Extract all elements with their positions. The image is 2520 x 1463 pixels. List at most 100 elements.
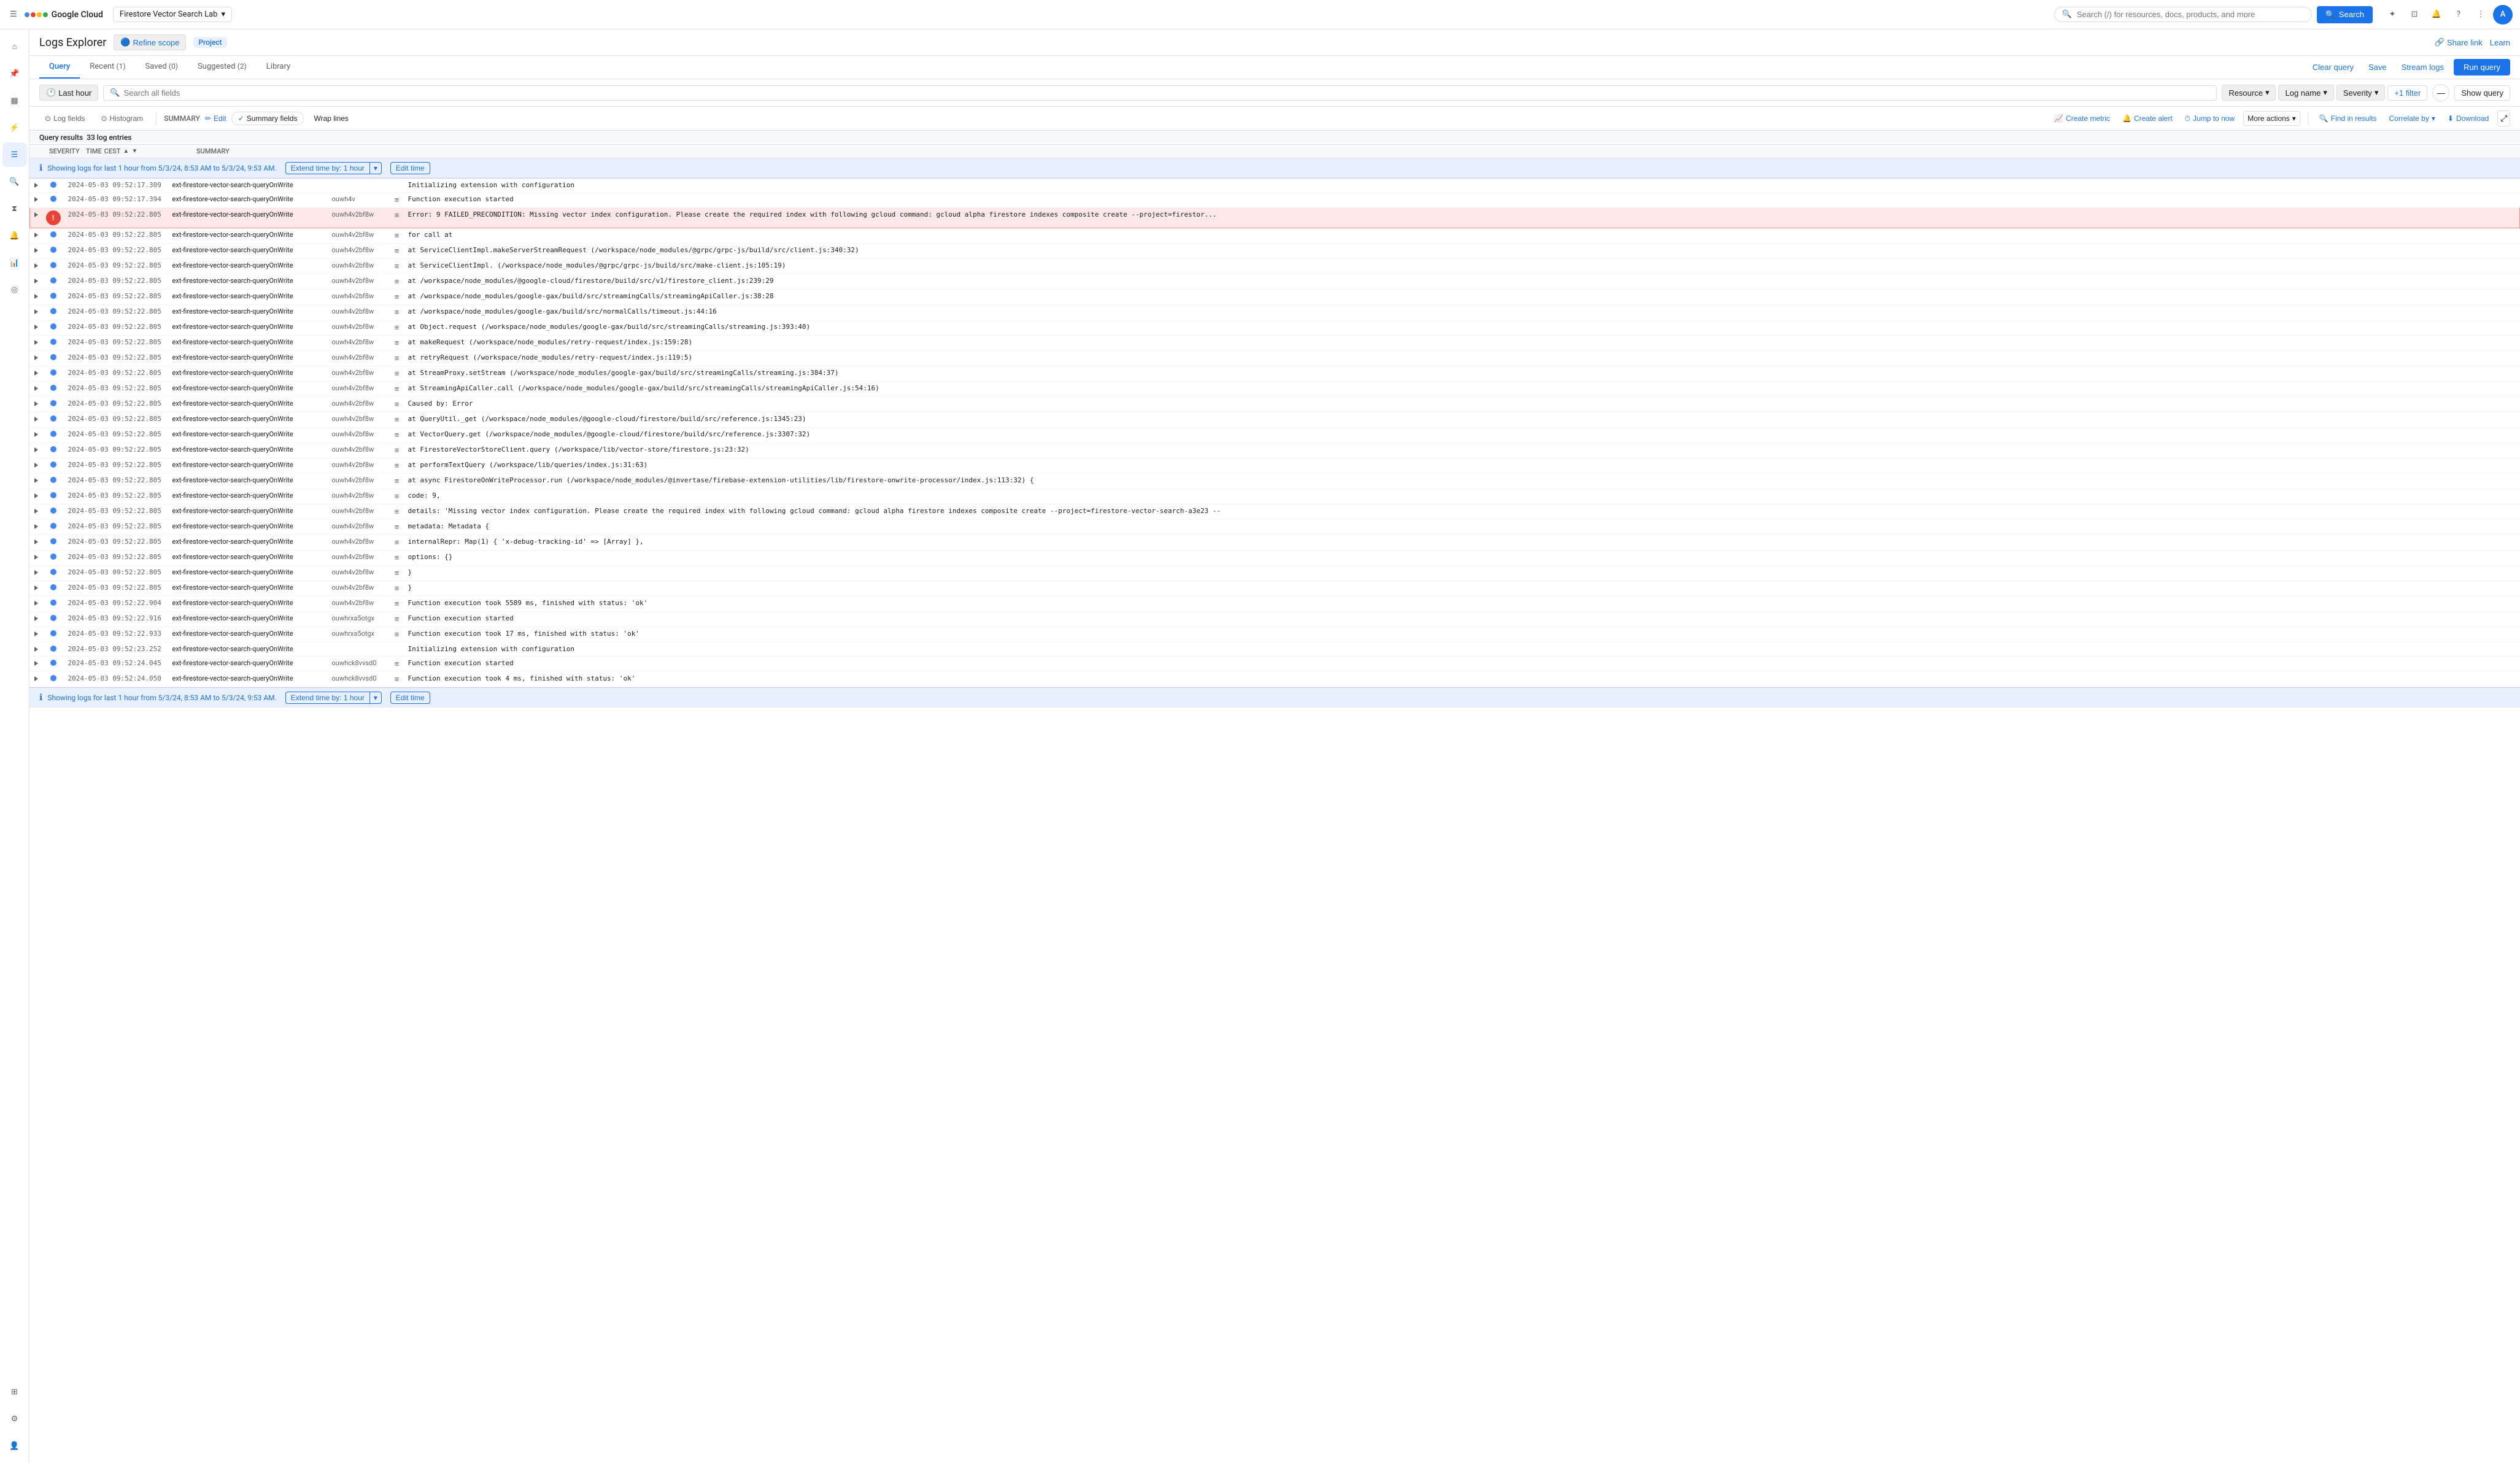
row-expand-toggle[interactable] bbox=[30, 382, 42, 397]
sidebar-icon-filter[interactable]: ⧗ bbox=[2, 196, 27, 221]
edit-time-button-bottom[interactable]: Edit time bbox=[390, 692, 430, 704]
terminal-icon[interactable]: ⊡ bbox=[2405, 5, 2424, 25]
row-expand-toggle[interactable] bbox=[30, 179, 42, 193]
row-expand-toggle[interactable] bbox=[30, 320, 42, 336]
tab-saved[interactable]: Saved (0) bbox=[136, 56, 188, 79]
row-expand-toggle[interactable] bbox=[30, 366, 42, 382]
row-expand-toggle[interactable] bbox=[30, 458, 42, 474]
expand-button[interactable]: ⤢ bbox=[2497, 110, 2510, 126]
row-expand-toggle[interactable] bbox=[30, 612, 42, 627]
row-expand-toggle[interactable] bbox=[30, 627, 42, 643]
save-button[interactable]: Save bbox=[2363, 60, 2392, 74]
row-expand-toggle[interactable] bbox=[30, 244, 42, 259]
row-expand-toggle[interactable] bbox=[30, 443, 42, 458]
histogram-button[interactable]: ⊙ Histogram bbox=[95, 111, 149, 126]
global-search-input[interactable] bbox=[2077, 10, 2304, 19]
row-expand-toggle[interactable] bbox=[30, 208, 42, 228]
tab-recent[interactable]: Recent (1) bbox=[80, 56, 135, 79]
search-all-fields-input[interactable] bbox=[124, 88, 2211, 98]
find-in-results-button[interactable]: 🔍 Find in results bbox=[2316, 112, 2381, 125]
sidebar-icon-activity[interactable]: ⚡ bbox=[2, 115, 27, 140]
menu-icon[interactable]: ☰ bbox=[7, 7, 20, 21]
help-icon[interactable]: ? bbox=[2449, 5, 2468, 25]
more-icon[interactable]: ⋮ bbox=[2471, 5, 2491, 25]
share-link-button[interactable]: 🔗 Share link bbox=[2435, 37, 2483, 47]
run-query-button[interactable]: Run query bbox=[2454, 59, 2510, 75]
extend-time-button[interactable]: Extend time by: 1 hour ▾ bbox=[285, 162, 382, 174]
sort-asc-icon[interactable]: ▲ bbox=[123, 148, 129, 155]
sidebar-icon-integrations[interactable]: ⊞ bbox=[2, 1380, 27, 1404]
edit-time-button[interactable]: Edit time bbox=[390, 162, 430, 174]
row-expand-toggle[interactable] bbox=[30, 336, 42, 351]
tab-library[interactable]: Library bbox=[257, 56, 300, 79]
tab-query[interactable]: Query bbox=[39, 56, 80, 79]
sidebar-icon-network[interactable]: ◎ bbox=[2, 277, 27, 302]
row-expand-toggle[interactable] bbox=[30, 643, 42, 657]
search-all-fields-bar[interactable]: 🔍 bbox=[103, 85, 2217, 101]
row-expand-toggle[interactable] bbox=[30, 351, 42, 366]
extend-time-main-button[interactable]: Extend time by: 1 hour bbox=[286, 163, 369, 174]
log-fields-button[interactable]: ⊙ Log fields bbox=[39, 111, 90, 126]
global-search-button[interactable]: 🔍 Search bbox=[2317, 6, 2373, 23]
summary-fields-button[interactable]: ✓ Summary fields bbox=[231, 112, 304, 125]
sidebar-icon-settings[interactable]: ⚙ bbox=[2, 1407, 27, 1431]
row-expand-toggle[interactable] bbox=[30, 412, 42, 428]
create-alert-button[interactable]: 🔔 Create alert bbox=[2119, 112, 2176, 125]
sidebar-icon-logs[interactable]: ☰ bbox=[2, 142, 27, 167]
row-expand-toggle[interactable] bbox=[30, 305, 42, 320]
more-actions-button[interactable]: More actions ▾ bbox=[2243, 111, 2300, 126]
clear-query-button[interactable]: Clear query bbox=[2308, 60, 2359, 74]
sidebar-icon-search[interactable]: 🔍 bbox=[2, 169, 27, 194]
row-expand-toggle[interactable] bbox=[30, 581, 42, 596]
sidebar-icon-pin[interactable]: 📌 bbox=[2, 61, 27, 86]
plus-filter-button[interactable]: +1 filter bbox=[2387, 85, 2427, 101]
row-expand-toggle[interactable] bbox=[30, 274, 42, 290]
resource-filter-button[interactable]: Resource ▾ bbox=[2222, 85, 2276, 101]
sidebar-icon-bell[interactable]: 🔔 bbox=[2, 223, 27, 248]
extend-time-dropdown-bottom[interactable]: ▾ bbox=[369, 692, 381, 703]
log-name-filter-button[interactable]: Log name ▾ bbox=[2278, 85, 2333, 101]
row-expand-toggle[interactable] bbox=[30, 520, 42, 535]
learn-button[interactable]: Learn bbox=[2490, 38, 2510, 47]
row-expand-toggle[interactable] bbox=[30, 672, 42, 687]
sidebar-icon-dashboard[interactable]: ▦ bbox=[2, 88, 27, 113]
row-expand-toggle[interactable] bbox=[30, 504, 42, 520]
row-expand-toggle[interactable] bbox=[30, 259, 42, 274]
extend-time-dropdown-button[interactable]: ▾ bbox=[369, 163, 381, 174]
sort-desc-icon[interactable]: ▼ bbox=[131, 148, 137, 155]
row-expand-toggle[interactable] bbox=[30, 566, 42, 581]
project-selector[interactable]: Firestore Vector Search Lab ▾ bbox=[113, 7, 232, 22]
jump-to-now-button[interactable]: ⏱ Jump to now bbox=[2181, 112, 2238, 126]
refine-scope-button[interactable]: 🔵 Refine scope bbox=[114, 34, 186, 50]
time-filter-button[interactable]: 🕐 Last hour bbox=[39, 85, 98, 101]
show-query-button[interactable]: Show query bbox=[2454, 85, 2510, 101]
sidebar-icon-home[interactable]: ⌂ bbox=[2, 34, 27, 59]
stream-logs-button[interactable]: Stream logs bbox=[2397, 60, 2449, 74]
row-expand-toggle[interactable] bbox=[30, 228, 42, 244]
severity-filter-button[interactable]: Severity ▾ bbox=[2336, 85, 2386, 101]
row-expand-toggle[interactable] bbox=[30, 657, 42, 672]
create-metric-button[interactable]: 📈 Create metric bbox=[2050, 112, 2114, 125]
row-expand-toggle[interactable] bbox=[30, 596, 42, 612]
wrap-lines-button[interactable]: Wrap lines bbox=[309, 112, 353, 125]
row-expand-toggle[interactable] bbox=[30, 474, 42, 489]
edit-button[interactable]: ✏ Edit bbox=[205, 114, 226, 123]
row-expand-toggle[interactable] bbox=[30, 428, 42, 443]
row-expand-toggle[interactable] bbox=[30, 193, 42, 208]
download-button[interactable]: ⬇ Download bbox=[2444, 112, 2492, 125]
circle-button[interactable]: — bbox=[2432, 84, 2449, 101]
row-expand-toggle[interactable] bbox=[30, 397, 42, 412]
tab-suggested[interactable]: Suggested (2) bbox=[188, 56, 257, 79]
extend-time-main-button-bottom[interactable]: Extend time by: 1 hour bbox=[286, 692, 369, 703]
add-icon[interactable]: ✦ bbox=[2383, 5, 2402, 25]
row-expand-toggle[interactable] bbox=[30, 290, 42, 305]
correlate-by-button[interactable]: Correlate by ▾ bbox=[2385, 112, 2438, 125]
row-expand-toggle[interactable] bbox=[30, 535, 42, 550]
row-expand-toggle[interactable] bbox=[30, 550, 42, 566]
sidebar-icon-person[interactable]: 👤 bbox=[2, 1434, 27, 1458]
bell-nav-icon[interactable]: 🔔 bbox=[2427, 5, 2446, 25]
extend-time-button-bottom[interactable]: Extend time by: 1 hour ▾ bbox=[285, 692, 382, 704]
avatar[interactable]: A bbox=[2493, 5, 2513, 25]
row-expand-toggle[interactable] bbox=[30, 489, 42, 504]
sidebar-icon-chart[interactable]: 📊 bbox=[2, 250, 27, 275]
